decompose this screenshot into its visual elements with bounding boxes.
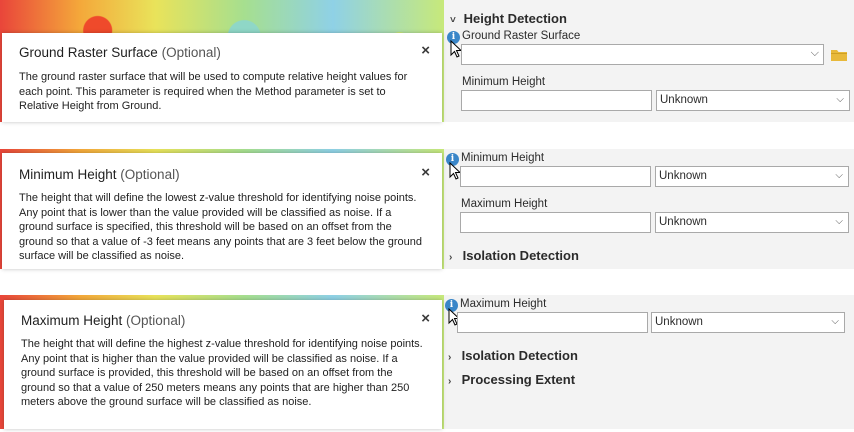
unit-value: Unknown [659,170,707,182]
tooltip-title: Ground Raster Surface (Optional) [19,45,221,60]
chevron-down-icon: ⌵ [810,47,819,59]
ground-raster-surface-combobox[interactable]: ⌵ [461,44,824,65]
minimum-height-input[interactable] [461,90,652,111]
maximum-height-input[interactable] [460,212,651,233]
chevron-down-icon: ⌵ [831,316,839,327]
unit-value: Unknown [655,316,703,328]
section-title: Processing Extent [461,372,576,387]
minimum-height-unit-select[interactable]: Unknown ⌵ [655,166,849,187]
section-title: Height Detection [463,11,567,26]
section-isolation-detection[interactable]: › Isolation Detection [448,348,578,363]
maximum-height-unit-select[interactable]: Unknown ⌵ [651,312,845,333]
folder-icon[interactable] [831,49,847,61]
section-height-detection[interactable]: ˅ Height Detection [450,11,567,26]
minimum-height-label: Minimum Height [461,152,545,164]
chevron-down-icon: ⌵ [835,170,843,181]
maximum-height-label: Maximum Height [461,198,548,210]
close-icon[interactable]: × [421,164,430,181]
tooltip-ground-raster-surface: Ground Raster Surface (Optional) × The g… [2,33,442,122]
chevron-down-icon: ⌵ [835,216,843,227]
tooltip-description: The height that will define the lowest z… [19,192,422,262]
tooltip-maximum-height: Maximum Height (Optional) × The height t… [4,300,442,429]
section-isolation-detection[interactable]: › Isolation Detection [449,248,579,263]
minimum-height-unit-select[interactable]: Unknown ⌵ [656,90,850,111]
close-icon[interactable]: × [421,310,430,327]
tooltip-minimum-height: Minimum Height (Optional) × The height t… [2,153,442,269]
unit-value: Unknown [660,94,708,106]
chevron-right-icon: › [449,252,453,263]
maximum-height-label: Maximum Height [460,298,547,310]
tooltip-optional-text: (Optional) [161,45,221,60]
tooltip-title-text: Minimum Height [19,167,117,182]
section-title: Isolation Detection [461,348,578,363]
tooltip-title: Minimum Height (Optional) [19,167,180,182]
maximum-height-unit-select[interactable]: Unknown ⌵ [655,212,849,233]
ground-raster-surface-label: Ground Raster Surface [462,30,581,42]
tooltip-title-text: Ground Raster Surface [19,45,158,60]
minimum-height-input[interactable] [460,166,651,187]
chevron-down-icon: ⌵ [836,94,844,105]
tooltip-title-text: Maximum Height [21,313,123,328]
chevron-right-icon: › [448,352,452,363]
tooltip-optional-text: (Optional) [120,167,180,182]
minimum-height-label: Minimum Height [462,76,546,88]
maximum-height-input[interactable] [457,312,648,333]
close-icon[interactable]: × [421,42,430,59]
unit-value: Unknown [659,216,707,228]
tooltip-description: The ground raster surface that will be u… [19,71,408,112]
tooltip-optional-text: (Optional) [126,313,186,328]
section-processing-extent[interactable]: › Processing Extent [448,372,575,387]
tooltip-description: The height that will define the highest … [21,338,423,408]
chevron-down-icon: ˅ [450,15,456,26]
chevron-right-icon: › [448,376,452,387]
tooltip-title: Maximum Height (Optional) [21,313,185,328]
section-title: Isolation Detection [462,248,579,263]
